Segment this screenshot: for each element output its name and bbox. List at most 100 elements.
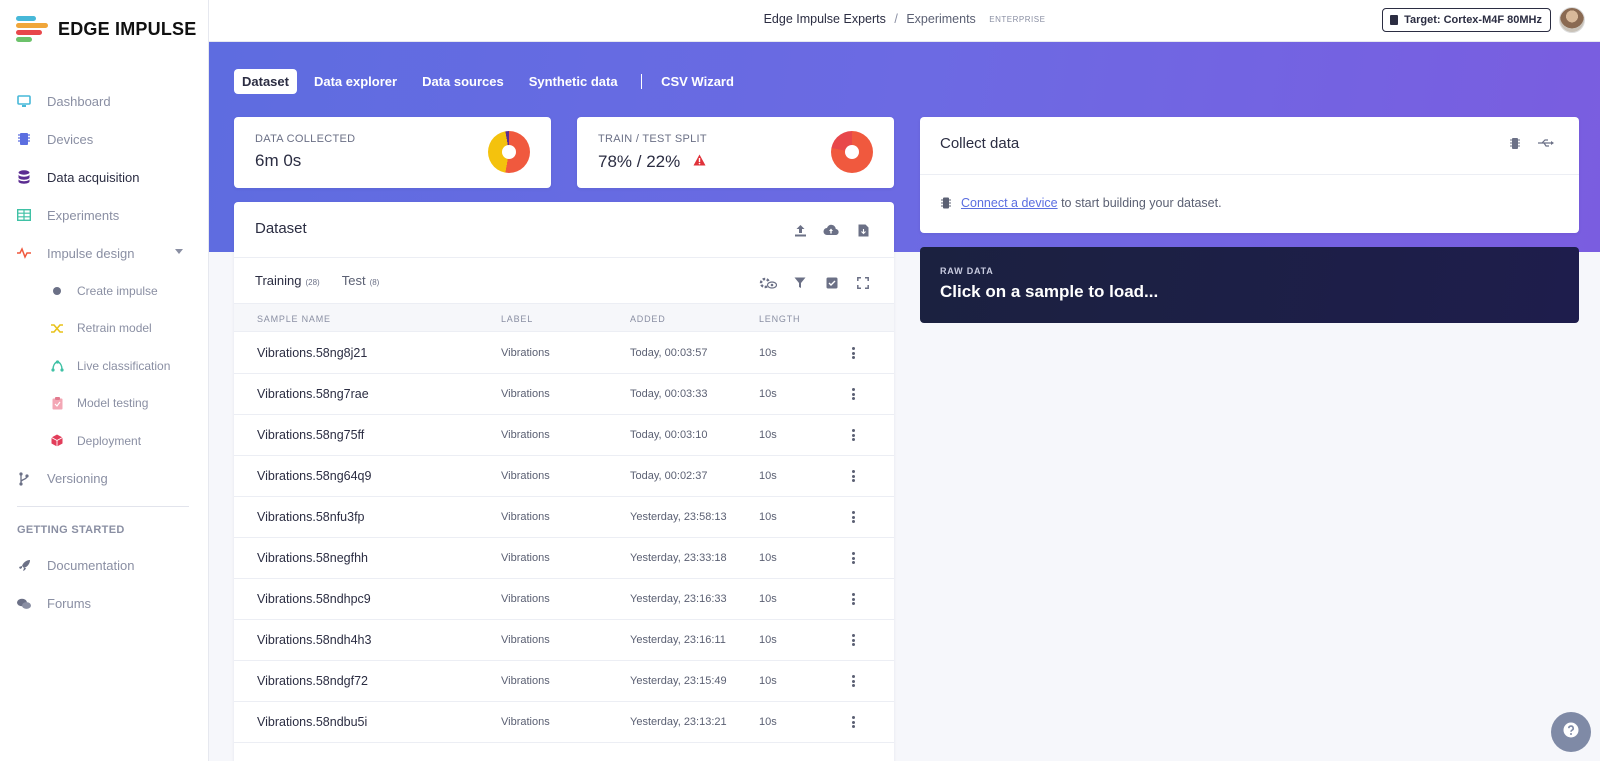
sample-added: Today, 00:03:10	[630, 429, 708, 441]
breadcrumb-project[interactable]: Experiments	[906, 12, 975, 26]
table-header: SAMPLE NAME LABEL ADDED LENGTH	[234, 303, 894, 332]
sidebar-item-forums[interactable]: Forums	[0, 585, 209, 623]
sidebar-item-devices[interactable]: Devices	[0, 120, 209, 158]
sample-name[interactable]: Vibrations.58ng8j21	[257, 346, 367, 360]
sample-name[interactable]: Vibrations.58ndhpc9	[257, 592, 371, 606]
pulse-icon	[17, 246, 31, 260]
top-bar: Edge Impulse Experts / Experiments ENTER…	[209, 0, 1600, 42]
row-menu-icon[interactable]	[848, 345, 858, 361]
sample-added: Yesterday, 23:13:21	[630, 716, 727, 728]
row-menu-icon[interactable]	[848, 550, 858, 566]
collect-data-message: Connect a device to start building your …	[941, 196, 1222, 210]
sidebar-item-data-acquisition[interactable]: Data acquisition	[0, 158, 209, 196]
sidebar-item-impulse-design[interactable]: Impulse design	[0, 234, 209, 272]
sidebar-item-create-impulse[interactable]: Create impulse	[0, 272, 209, 310]
sample-name[interactable]: Vibrations.58negfhh	[257, 551, 368, 565]
sample-label: Vibrations	[501, 593, 550, 605]
row-menu-icon[interactable]	[848, 386, 858, 402]
sidebar-item-documentation[interactable]: Documentation	[0, 547, 209, 585]
tab-training-label: Training	[255, 273, 302, 288]
chip-icon[interactable]	[1506, 134, 1524, 152]
row-menu-icon[interactable]	[848, 509, 858, 525]
cloud-upload-icon[interactable]	[822, 221, 840, 239]
split-label: TRAIN / TEST SPLIT	[598, 133, 707, 145]
warning-icon[interactable]	[693, 151, 706, 171]
tab-csv-wizard[interactable]: CSV Wizard	[653, 69, 742, 94]
column-added[interactable]: ADDED	[630, 314, 666, 324]
tab-data-sources[interactable]: Data sources	[414, 69, 512, 94]
tab-synthetic-data[interactable]: Synthetic data	[521, 69, 626, 94]
sidebar-item-label: Impulse design	[47, 245, 135, 261]
chevron-down-icon[interactable]	[175, 249, 183, 254]
sidebar-item-retrain-model[interactable]: Retrain model	[0, 310, 209, 348]
table-row[interactable]: Vibrations.58ndh4h3 Vibrations Yesterday…	[234, 620, 894, 661]
table-row[interactable]: Vibrations.58ng7rae Vibrations Today, 00…	[234, 374, 894, 415]
expand-icon[interactable]	[854, 274, 872, 292]
sidebar-item-live-classification[interactable]: Live classification	[0, 347, 209, 385]
sample-name[interactable]: Vibrations.58ng75ff	[257, 428, 364, 442]
data-acquisition-tabs: Dataset Data explorer Data sources Synth…	[234, 69, 751, 94]
sample-label: Vibrations	[501, 675, 550, 687]
sample-label: Vibrations	[501, 511, 550, 523]
sidebar-item-model-testing[interactable]: Model testing	[0, 385, 209, 423]
tab-training[interactable]: Training (28)	[255, 273, 320, 288]
sample-name[interactable]: Vibrations.58ng7rae	[257, 387, 369, 401]
table-row[interactable]: Vibrations.58ng64q9 Vibrations Today, 00…	[234, 456, 894, 497]
table-row[interactable]: Vibrations.58ndgf72 Vibrations Yesterday…	[234, 661, 894, 702]
filter-icon[interactable]	[791, 274, 809, 292]
brand-name: EDGE IMPULSE	[58, 18, 197, 39]
usb-icon[interactable]	[1537, 134, 1555, 152]
row-menu-icon[interactable]	[848, 591, 858, 607]
sample-name[interactable]: Vibrations.58ndh4h3	[257, 633, 371, 647]
table-row[interactable]: Vibrations.58negfhh Vibrations Yesterday…	[234, 538, 894, 579]
sidebar-item-label: Create impulse	[77, 283, 158, 298]
table-row[interactable]: Vibrations.58ng75ff Vibrations Today, 00…	[234, 415, 894, 456]
logo[interactable]: EDGE IMPULSE	[16, 16, 196, 42]
filter-settings-icon[interactable]	[759, 274, 777, 292]
sidebar-item-label: Forums	[47, 596, 92, 611]
row-menu-icon[interactable]	[848, 673, 858, 689]
enterprise-badge: ENTERPRISE	[989, 15, 1046, 25]
export-file-icon[interactable]	[854, 221, 872, 239]
dot-icon	[50, 284, 64, 298]
tab-test[interactable]: Test (8)	[342, 273, 380, 288]
getting-started-heading: GETTING STARTED	[17, 523, 125, 536]
target-device-button[interactable]: Target: Cortex-M4F 80MHz	[1382, 8, 1551, 32]
train-test-donut-chart	[831, 131, 873, 173]
table-row[interactable]: Vibrations.58ng8j21 Vibrations Today, 00…	[234, 333, 894, 374]
select-checkbox-icon[interactable]	[823, 274, 841, 292]
breadcrumb-org[interactable]: Edge Impulse Experts	[764, 12, 886, 26]
sample-added: Today, 00:03:57	[630, 347, 708, 359]
sample-label: Vibrations	[501, 552, 550, 564]
connect-device-link[interactable]: Connect a device	[961, 196, 1058, 210]
help-button[interactable]	[1551, 712, 1591, 752]
sidebar-item-deployment[interactable]: Deployment	[0, 422, 209, 460]
tab-test-label: Test	[341, 273, 366, 288]
sample-name[interactable]: Vibrations.58ndbu5i	[257, 715, 367, 729]
sample-name[interactable]: Vibrations.58ng64q9	[257, 469, 371, 483]
row-menu-icon[interactable]	[848, 632, 858, 648]
tab-data-explorer[interactable]: Data explorer	[306, 69, 405, 94]
tab-divider	[640, 74, 643, 89]
table-row[interactable]: Vibrations.58ndhpc9 Vibrations Yesterday…	[234, 579, 894, 620]
row-menu-icon[interactable]	[848, 468, 858, 484]
tab-dataset[interactable]: Dataset	[234, 69, 297, 94]
sample-name[interactable]: Vibrations.58nfu3fp	[257, 510, 365, 524]
table-row[interactable]: Vibrations.58ndbu5i Vibrations Yesterday…	[234, 702, 894, 743]
sample-name[interactable]: Vibrations.58ndgf72	[257, 674, 368, 688]
column-sample-name[interactable]: SAMPLE NAME	[257, 314, 331, 324]
upload-icon[interactable]	[791, 221, 809, 239]
sidebar-item-dashboard[interactable]: Dashboard	[0, 82, 209, 120]
chat-icon	[17, 597, 31, 611]
row-menu-icon[interactable]	[848, 427, 858, 443]
sample-label: Vibrations	[501, 347, 550, 359]
split-value: 78% / 22%	[598, 152, 681, 171]
column-length[interactable]: LENGTH	[759, 314, 800, 324]
sample-added: Yesterday, 23:16:33	[630, 593, 727, 605]
sidebar-item-versioning[interactable]: Versioning	[0, 460, 209, 498]
avatar[interactable]	[1559, 7, 1585, 33]
table-row[interactable]: Vibrations.58nfu3fp Vibrations Yesterday…	[234, 497, 894, 538]
column-label[interactable]: LABEL	[501, 314, 533, 324]
row-menu-icon[interactable]	[848, 714, 858, 730]
sidebar-item-experiments[interactable]: Experiments	[0, 196, 209, 234]
